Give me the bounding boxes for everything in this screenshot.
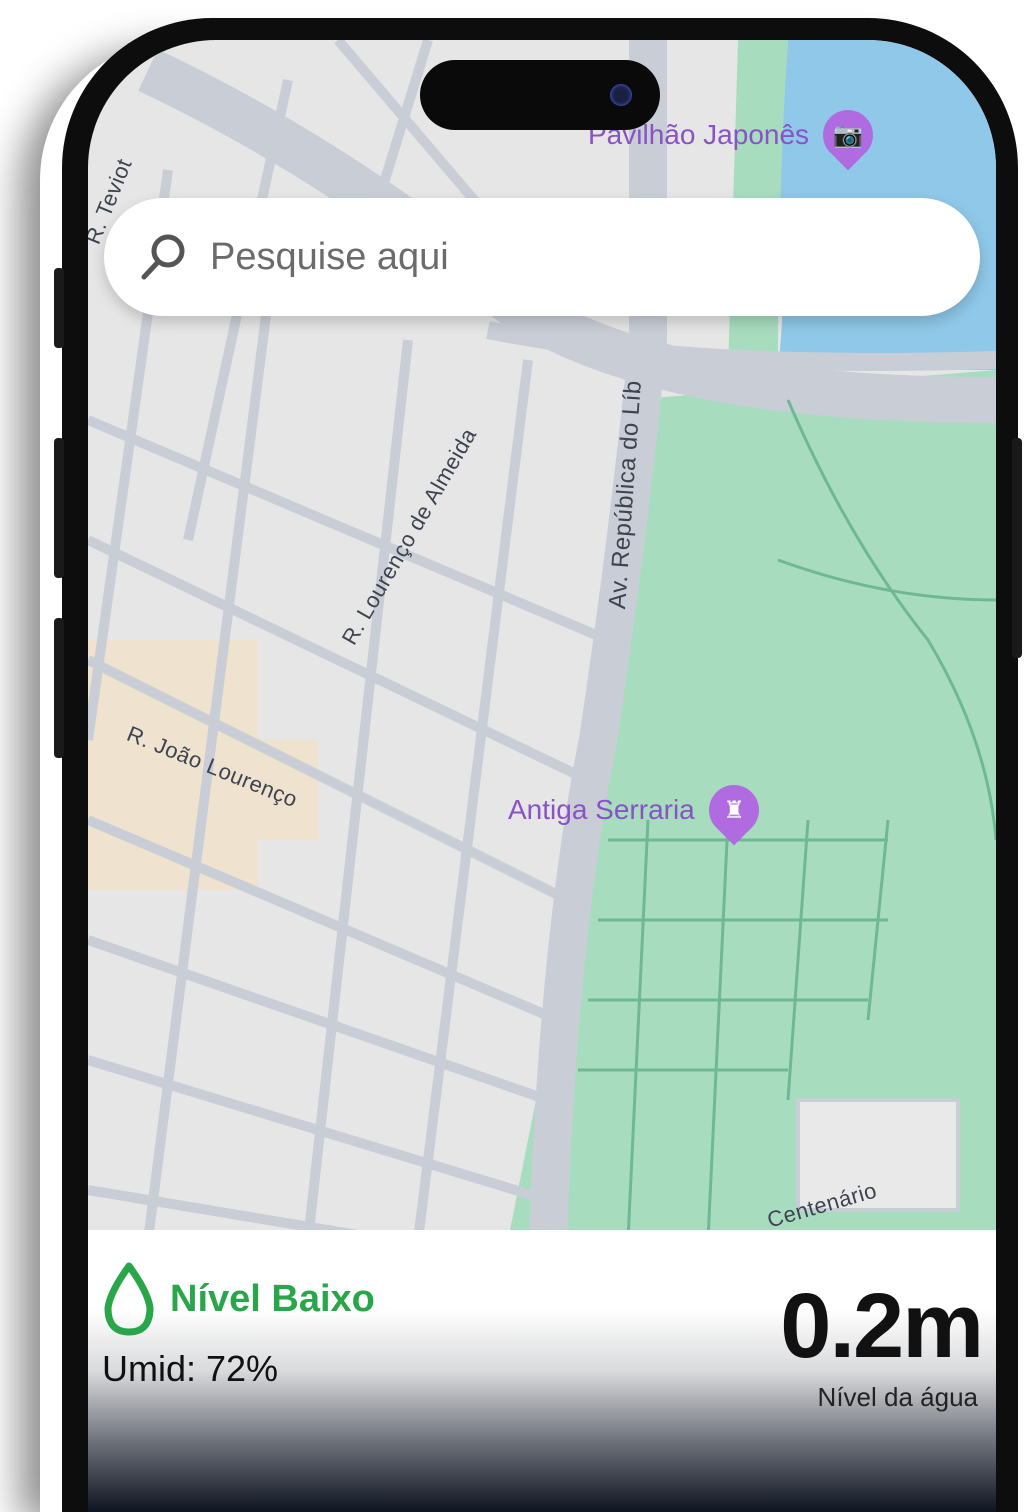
water-level-caption: Nível da água — [817, 1382, 978, 1412]
water-drop-icon — [104, 1262, 154, 1336]
search-icon — [141, 234, 185, 280]
camera-icon: 📷 — [812, 99, 884, 171]
water-level-panel: Nível Baixo Umid: 72% 0.2m Nível da água — [88, 1230, 996, 1512]
front-camera — [610, 84, 632, 106]
dynamic-island — [420, 60, 660, 130]
phone-screen: R. Teviot R. Lourenço de Almeida Av. Rep… — [88, 40, 996, 1512]
volume-up-button — [54, 438, 64, 578]
poi-antiga-serraria[interactable]: Antiga Serraria ♜ — [508, 774, 770, 846]
status-row: Nível Baixo — [100, 1260, 375, 1338]
search-bar[interactable]: Pesquise aqui — [104, 198, 980, 316]
humidity-value: Umid: 72% — [102, 1348, 279, 1389]
water-level-value: 0.2m — [780, 1275, 984, 1377]
castle-icon: ♜ — [698, 774, 770, 846]
search-input[interactable]: Pesquise aqui — [210, 236, 449, 279]
poi-label: Antiga Serraria — [508, 794, 695, 825]
side-button — [54, 268, 64, 348]
volume-down-button — [54, 618, 64, 758]
water-status-label: Nível Baixo — [170, 1277, 375, 1320]
power-button — [1012, 438, 1022, 658]
